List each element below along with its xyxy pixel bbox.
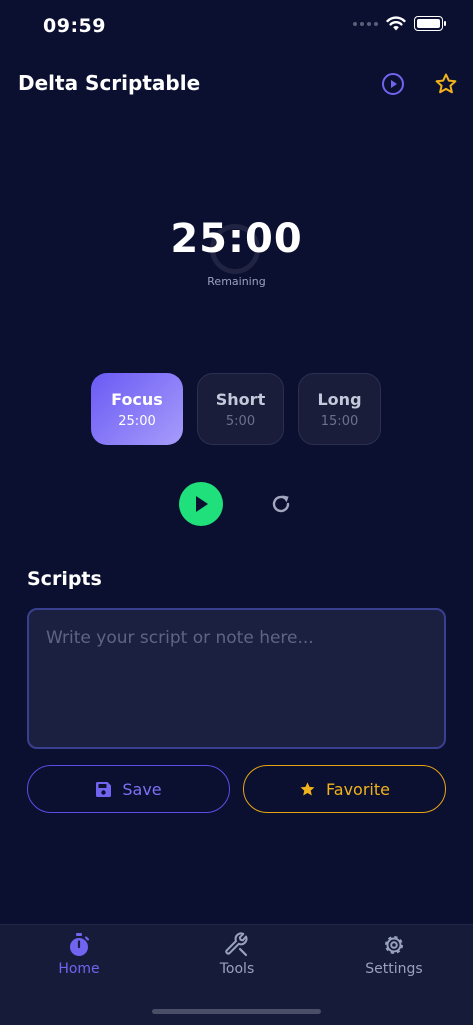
battery-icon xyxy=(414,16,446,31)
favorite-label: Favorite xyxy=(326,779,390,799)
script-input[interactable] xyxy=(29,610,444,747)
status-icons xyxy=(353,16,446,31)
timer-value: 25:00 xyxy=(170,216,303,262)
scripts-heading: Scripts xyxy=(27,568,102,590)
wifi-icon xyxy=(386,16,406,31)
favorite-star-button[interactable] xyxy=(431,69,461,99)
star-icon xyxy=(300,781,315,796)
tab-home[interactable]: Home xyxy=(19,932,139,977)
play-circle-button[interactable] xyxy=(378,69,408,99)
floppy-disk-icon xyxy=(96,781,112,797)
tab-label: Home xyxy=(58,961,100,977)
tab-label: Settings xyxy=(365,961,423,977)
mode-label: Short xyxy=(215,389,266,409)
mode-short-button[interactable]: Short 5:00 xyxy=(197,373,284,445)
home-indicator xyxy=(152,1009,321,1014)
script-editor xyxy=(27,608,446,749)
stopwatch-icon xyxy=(70,933,90,956)
favorite-button[interactable]: Favorite xyxy=(243,765,446,813)
tab-label: Tools xyxy=(219,961,255,977)
mode-time: 25:00 xyxy=(118,413,156,429)
app-title: Delta Scriptable xyxy=(18,71,201,95)
tab-settings[interactable]: Settings xyxy=(334,932,454,977)
play-circle-icon xyxy=(382,73,404,95)
mode-time: 5:00 xyxy=(225,413,256,429)
start-timer-button[interactable] xyxy=(179,482,223,526)
mode-label: Focus xyxy=(111,389,163,409)
wrench-icon xyxy=(225,932,248,957)
mode-long-button[interactable]: Long 15:00 xyxy=(298,373,381,445)
tab-tools[interactable]: Tools xyxy=(177,932,297,977)
reset-timer-button[interactable] xyxy=(265,488,297,520)
status-time: 09:59 xyxy=(43,15,106,37)
mode-label: Long xyxy=(317,389,362,409)
refresh-icon xyxy=(272,495,290,513)
timer-label: Remaining xyxy=(207,275,266,288)
cellular-signal-icon xyxy=(353,21,378,26)
mode-time: 15:00 xyxy=(320,413,359,429)
save-button[interactable]: Save xyxy=(27,765,230,813)
star-outline-icon xyxy=(435,73,457,94)
gear-icon xyxy=(385,936,403,954)
mode-focus-button[interactable]: Focus 25:00 xyxy=(91,373,183,445)
save-label: Save xyxy=(122,779,162,799)
play-icon xyxy=(196,496,208,512)
